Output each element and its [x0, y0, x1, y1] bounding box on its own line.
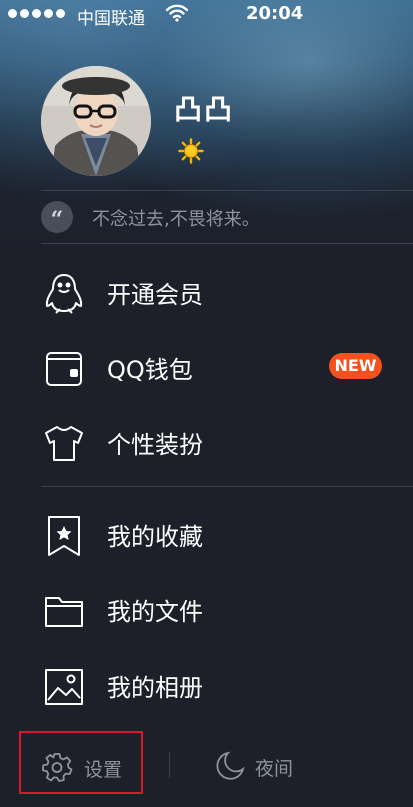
sun-icon[interactable] [178, 138, 204, 168]
menu-item-label: 我的文件 [107, 598, 203, 626]
divider [41, 190, 413, 191]
image-icon [40, 662, 88, 710]
signal-strength-icon [8, 9, 65, 18]
menu-item-vip[interactable]: 开通会员 [0, 261, 413, 321]
moon-icon [214, 750, 246, 786]
status-bar: 中国联通 20:04 [0, 0, 413, 29]
night-mode-label: 夜间 [255, 758, 294, 780]
quote-icon: “ [41, 201, 73, 233]
clock: 20:04 [246, 3, 304, 24]
menu-item-label: 我的收藏 [107, 523, 203, 551]
settings-button[interactable]: 设置 [19, 731, 143, 794]
penguin-icon [40, 269, 88, 317]
tshirt-icon [40, 419, 88, 467]
gear-icon [41, 751, 73, 787]
menu-item-wallet[interactable]: QQ钱包 NEW [0, 336, 413, 396]
carrier-name: 中国联通 [77, 9, 145, 29]
menu-item-label: 开通会员 [107, 281, 203, 309]
divider [169, 752, 170, 778]
wallet-icon [40, 344, 88, 392]
menu-item-theme[interactable]: 个性装扮 [0, 411, 413, 471]
divider [41, 486, 413, 487]
divider [41, 243, 413, 244]
bookmark-star-icon [40, 511, 88, 559]
settings-label: 设置 [84, 759, 123, 781]
menu-item-album[interactable]: 我的相册 [0, 654, 413, 714]
folder-icon [40, 586, 88, 634]
username[interactable]: 凸凸 [174, 88, 234, 128]
menu-item-favorites[interactable]: 我的收藏 [0, 503, 413, 563]
menu-item-label: 个性装扮 [107, 431, 203, 459]
menu-item-files[interactable]: 我的文件 [0, 578, 413, 638]
signature-text[interactable]: 不念过去,不畏将来。 [92, 205, 260, 231]
night-mode-button[interactable]: 夜间 [210, 742, 320, 790]
wifi-icon [165, 4, 189, 26]
menu-item-label: QQ钱包 [107, 356, 193, 384]
new-badge: NEW [329, 353, 382, 379]
menu-item-label: 我的相册 [107, 674, 203, 702]
avatar[interactable] [41, 66, 151, 176]
bottom-bar: 设置 夜间 [0, 728, 413, 807]
